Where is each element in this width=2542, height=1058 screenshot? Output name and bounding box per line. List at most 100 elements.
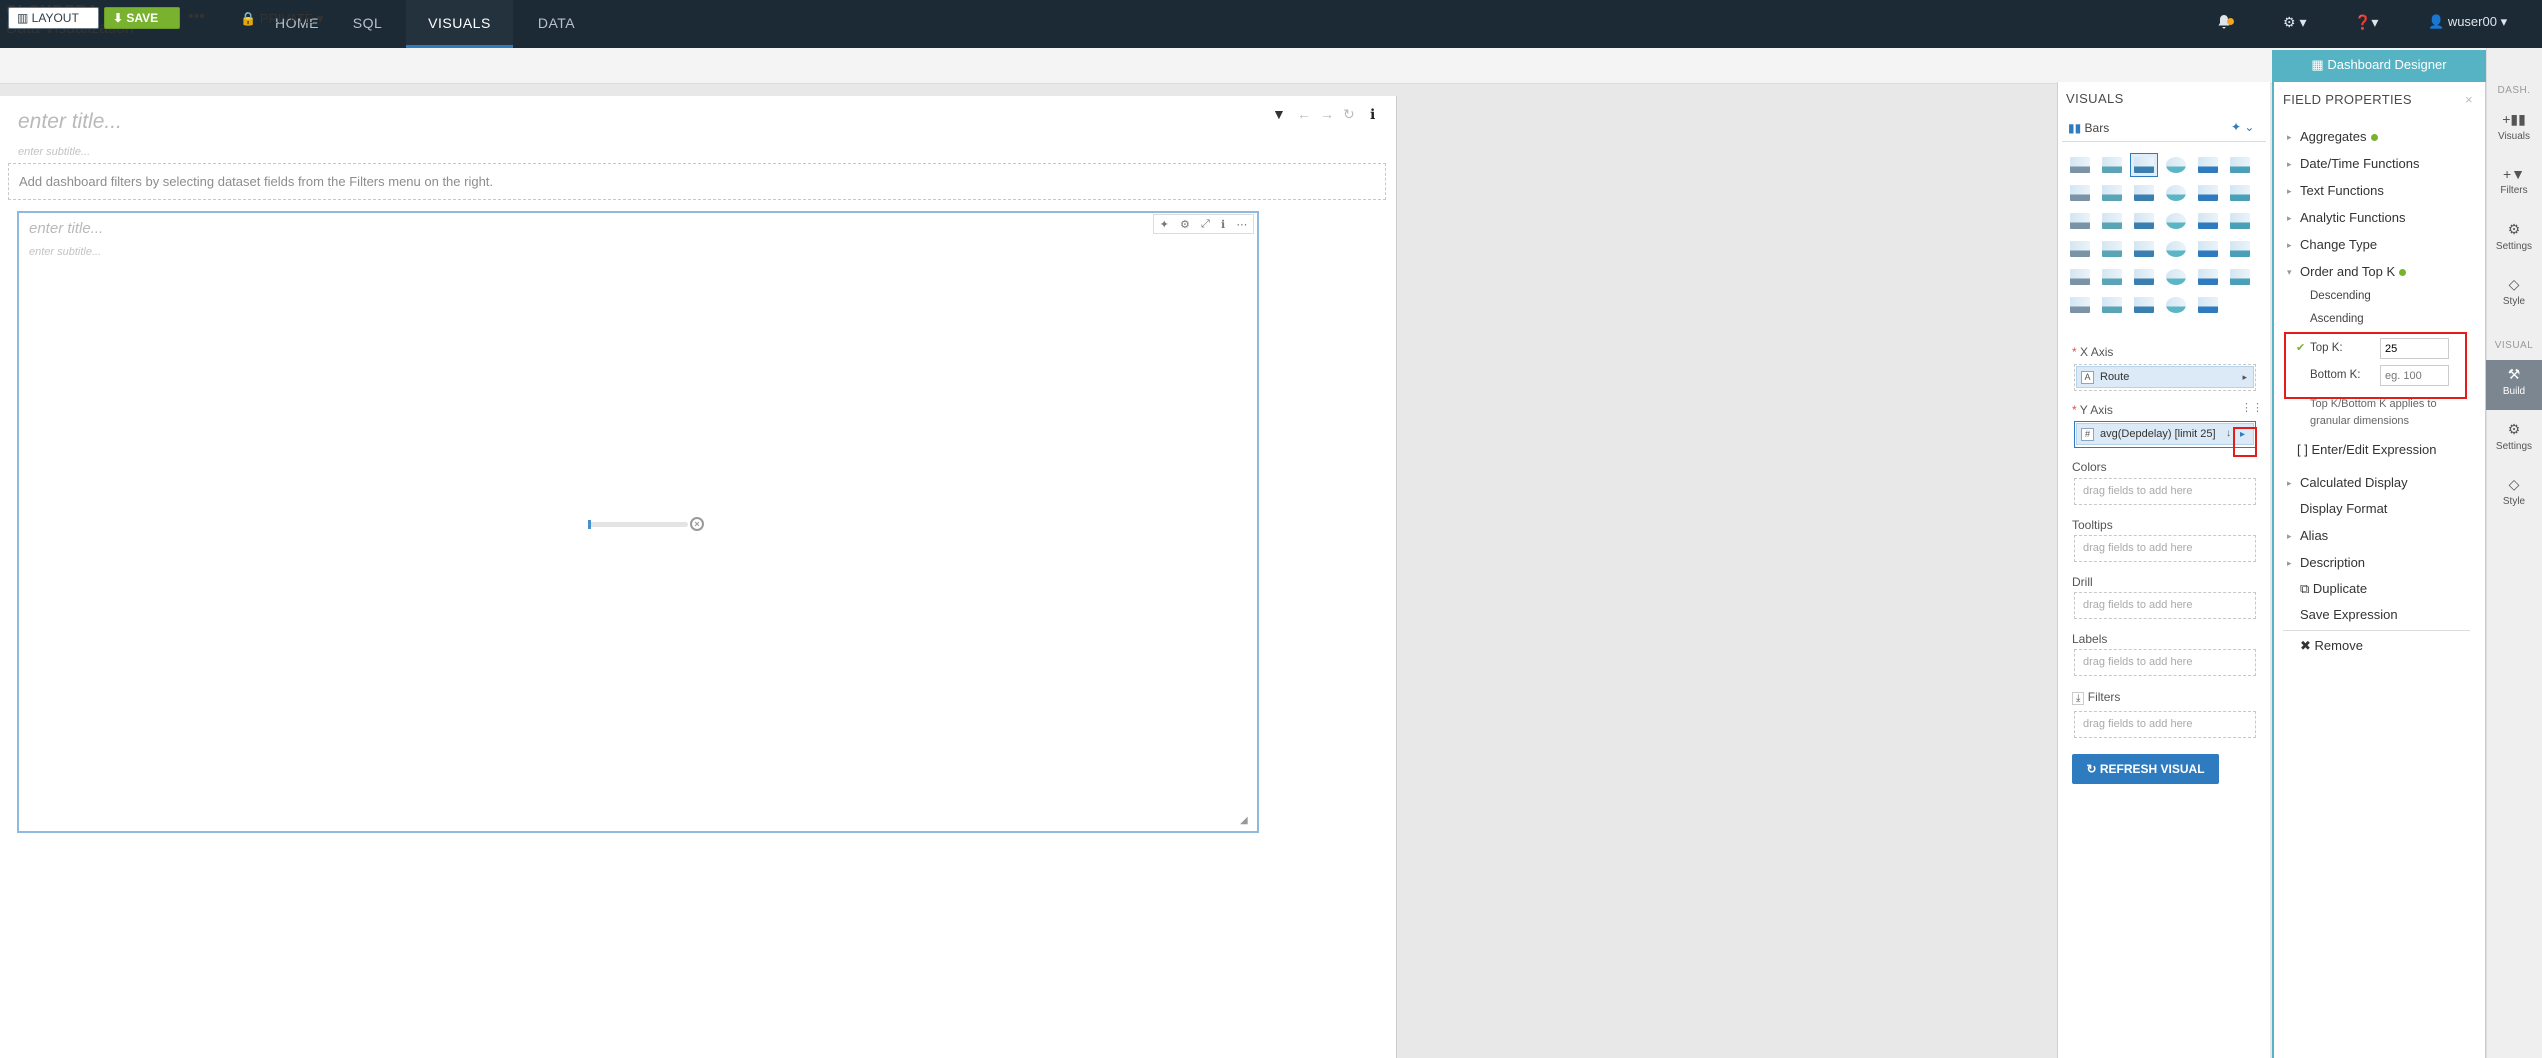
rail-visual-settings-button[interactable]: ⚙ Settings — [2486, 415, 2542, 465]
funnel-icon[interactable] — [2098, 237, 2126, 261]
sparkle-icon[interactable]: ✦ — [1160, 218, 1169, 231]
histogram-icon[interactable] — [2098, 209, 2126, 233]
stacked-bars-icon[interactable] — [2066, 293, 2094, 317]
nav-tab-visuals[interactable]: VISUALS — [406, 0, 513, 48]
dashboard-title-input[interactable]: enter title... — [18, 110, 122, 134]
datetime-functions-item[interactable]: Date/Time Functions — [2300, 156, 2419, 171]
nav-tab-sql[interactable]: SQL — [340, 0, 395, 48]
rail-style-button[interactable]: ◇ Style — [2486, 270, 2542, 320]
grouped-bars-icon[interactable] — [2066, 181, 2094, 205]
donut-icon[interactable] — [2162, 209, 2190, 233]
privacy-dropdown[interactable]: 🔒 PRIVATE ▾ — [240, 11, 324, 27]
info-icon[interactable]: ℹ — [1221, 218, 1225, 231]
visual-subtitle-input[interactable]: enter subtitle... — [29, 246, 101, 258]
dashboard-subtitle-input[interactable]: enter subtitle... — [18, 146, 90, 158]
user-menu[interactable]: 👤 wuser00 ▾ — [2428, 14, 2507, 34]
cross-tab-icon[interactable] — [2098, 153, 2126, 177]
expand-icon[interactable]: ⤢ — [1201, 218, 1210, 231]
pin-map-icon[interactable] — [2098, 265, 2126, 289]
ascending-option[interactable]: Ascending — [2310, 313, 2364, 325]
y-axis-field-pill[interactable]: # avg(Depdelay) [limit 25] ↓ — [2076, 423, 2254, 445]
labels-shelf[interactable]: drag fields to add here — [2074, 649, 2256, 676]
filter-upload-icon[interactable]: ⤓ — [2072, 692, 2085, 705]
flow-icon[interactable] — [2194, 209, 2222, 233]
sql-icon[interactable] — [2194, 293, 2222, 317]
resize-handle-icon[interactable]: ◢ — [1240, 815, 1248, 826]
gauge-icon[interactable] — [2130, 181, 2158, 205]
line-chart-icon[interactable] — [2130, 265, 2158, 289]
display-format-item[interactable]: Display Format — [2300, 501, 2387, 516]
nav-tab-data[interactable]: DATA — [520, 0, 593, 48]
rail-filters-button[interactable]: +▼ Filters — [2486, 160, 2542, 210]
topk-input[interactable] — [2380, 338, 2449, 359]
enter-expression-item[interactable]: [ ] Enter/Edit Expression — [2297, 442, 2436, 457]
trend-icon[interactable] — [2162, 293, 2190, 317]
alias-item[interactable]: Alias — [2300, 528, 2328, 543]
rich-text-icon[interactable] — [2162, 265, 2190, 289]
more-icon[interactable]: ⋯ — [1236, 218, 1247, 231]
drag-handle-icon[interactable]: ⋮⋮ — [2241, 401, 2263, 414]
chord-icon[interactable] — [2226, 265, 2254, 289]
scatter-line-icon[interactable] — [2130, 209, 2158, 233]
text-functions-item[interactable]: Text Functions — [2300, 183, 2384, 198]
change-type-item[interactable]: Change Type — [2300, 237, 2377, 252]
order-topk-item[interactable]: Order and Top K — [2300, 264, 2407, 279]
lines-icon[interactable] — [2162, 153, 2190, 177]
rail-visual-style-button[interactable]: ◇ Style — [2486, 470, 2542, 520]
network-icon[interactable] — [2066, 237, 2094, 261]
dashboard-filter-bar[interactable]: Add dashboard filters by selecting datas… — [8, 163, 1386, 200]
filters-shelf[interactable]: drag fields to add here — [2074, 711, 2256, 738]
description-item[interactable]: Description — [2300, 555, 2365, 570]
calendar-icon[interactable] — [2194, 265, 2222, 289]
visual-title-input[interactable]: enter title... — [29, 220, 103, 237]
text-icon[interactable] — [2130, 293, 2158, 317]
calculated-display-item[interactable]: Calculated Display — [2300, 475, 2408, 490]
aggregates-item[interactable]: Aggregates — [2300, 129, 2378, 144]
remove-item[interactable]: ✖ Remove — [2300, 638, 2363, 654]
info-icon[interactable]: ℹ — [1370, 106, 1375, 123]
x-axis-field-pill[interactable]: A Route ▸ — [2076, 366, 2254, 388]
kpi-icon[interactable] — [2098, 181, 2126, 205]
rail-settings-button[interactable]: ⚙ Settings — [2486, 215, 2542, 265]
thermometer-icon[interactable] — [2226, 181, 2254, 205]
duplicate-item[interactable]: ⧉ Duplicate — [2300, 581, 2367, 597]
map-icon[interactable] — [2066, 265, 2094, 289]
heatmap-icon[interactable] — [2130, 237, 2158, 261]
redo-arrow-icon[interactable]: → — [1320, 106, 1334, 122]
undo-arrow-icon[interactable]: ← — [1297, 106, 1311, 122]
rail-visuals-button[interactable]: +▮▮ Visuals — [2486, 105, 2542, 155]
combo-icon[interactable] — [2194, 153, 2222, 177]
drill-shelf[interactable]: drag fields to add here — [2074, 592, 2256, 619]
pie-icon[interactable] — [2226, 209, 2254, 233]
analytic-functions-item[interactable]: Analytic Functions — [2300, 210, 2406, 225]
descending-option[interactable]: Descending — [2310, 290, 2371, 302]
list-icon[interactable] — [2162, 181, 2190, 205]
bars-icon[interactable] — [2130, 153, 2158, 177]
help-icon[interactable]: ❓▾ — [2354, 14, 2378, 34]
area-icon[interactable] — [2226, 153, 2254, 177]
refresh-icon[interactable]: ↻ — [1343, 106, 1355, 123]
pill-expand-icon[interactable]: ▸ — [2240, 429, 2245, 440]
cancel-loading-icon[interactable]: × — [690, 517, 704, 531]
dashboard-designer-tab[interactable]: ▦ Dashboard Designer — [2272, 50, 2486, 82]
sparkline-icon[interactable] — [2226, 237, 2254, 261]
layout-button[interactable]: ▥ LAYOUT — [8, 7, 99, 29]
settings-gear-icon[interactable]: ⚙ ▾ — [2283, 14, 2306, 34]
refresh-visual-button[interactable]: ↻ REFRESH VISUAL — [2072, 754, 2219, 784]
packed-bubbles-icon[interactable] — [2194, 181, 2222, 205]
filter-funnel-icon[interactable]: ▼ — [1272, 106, 1286, 122]
rail-build-button[interactable]: ⚒ Build — [2486, 360, 2542, 410]
explore-visuals-icon[interactable]: ✦ ⌄ — [2231, 120, 2254, 134]
correlation-icon[interactable] — [2162, 237, 2190, 261]
treemap-icon[interactable] — [2098, 293, 2126, 317]
bottomk-input[interactable] — [2380, 365, 2449, 386]
more-options-button[interactable]: ••• — [188, 9, 205, 25]
scatter-icon[interactable] — [2066, 209, 2094, 233]
save-expression-item[interactable]: Save Expression — [2300, 607, 2398, 622]
close-icon[interactable]: × — [2465, 92, 2473, 107]
table-icon[interactable] — [2066, 153, 2094, 177]
image-icon[interactable] — [2194, 237, 2222, 261]
gear-icon[interactable]: ⚙ — [1180, 218, 1190, 231]
save-button[interactable]: ⬇ SAVE — [104, 7, 180, 29]
tooltips-shelf[interactable]: drag fields to add here — [2074, 535, 2256, 562]
